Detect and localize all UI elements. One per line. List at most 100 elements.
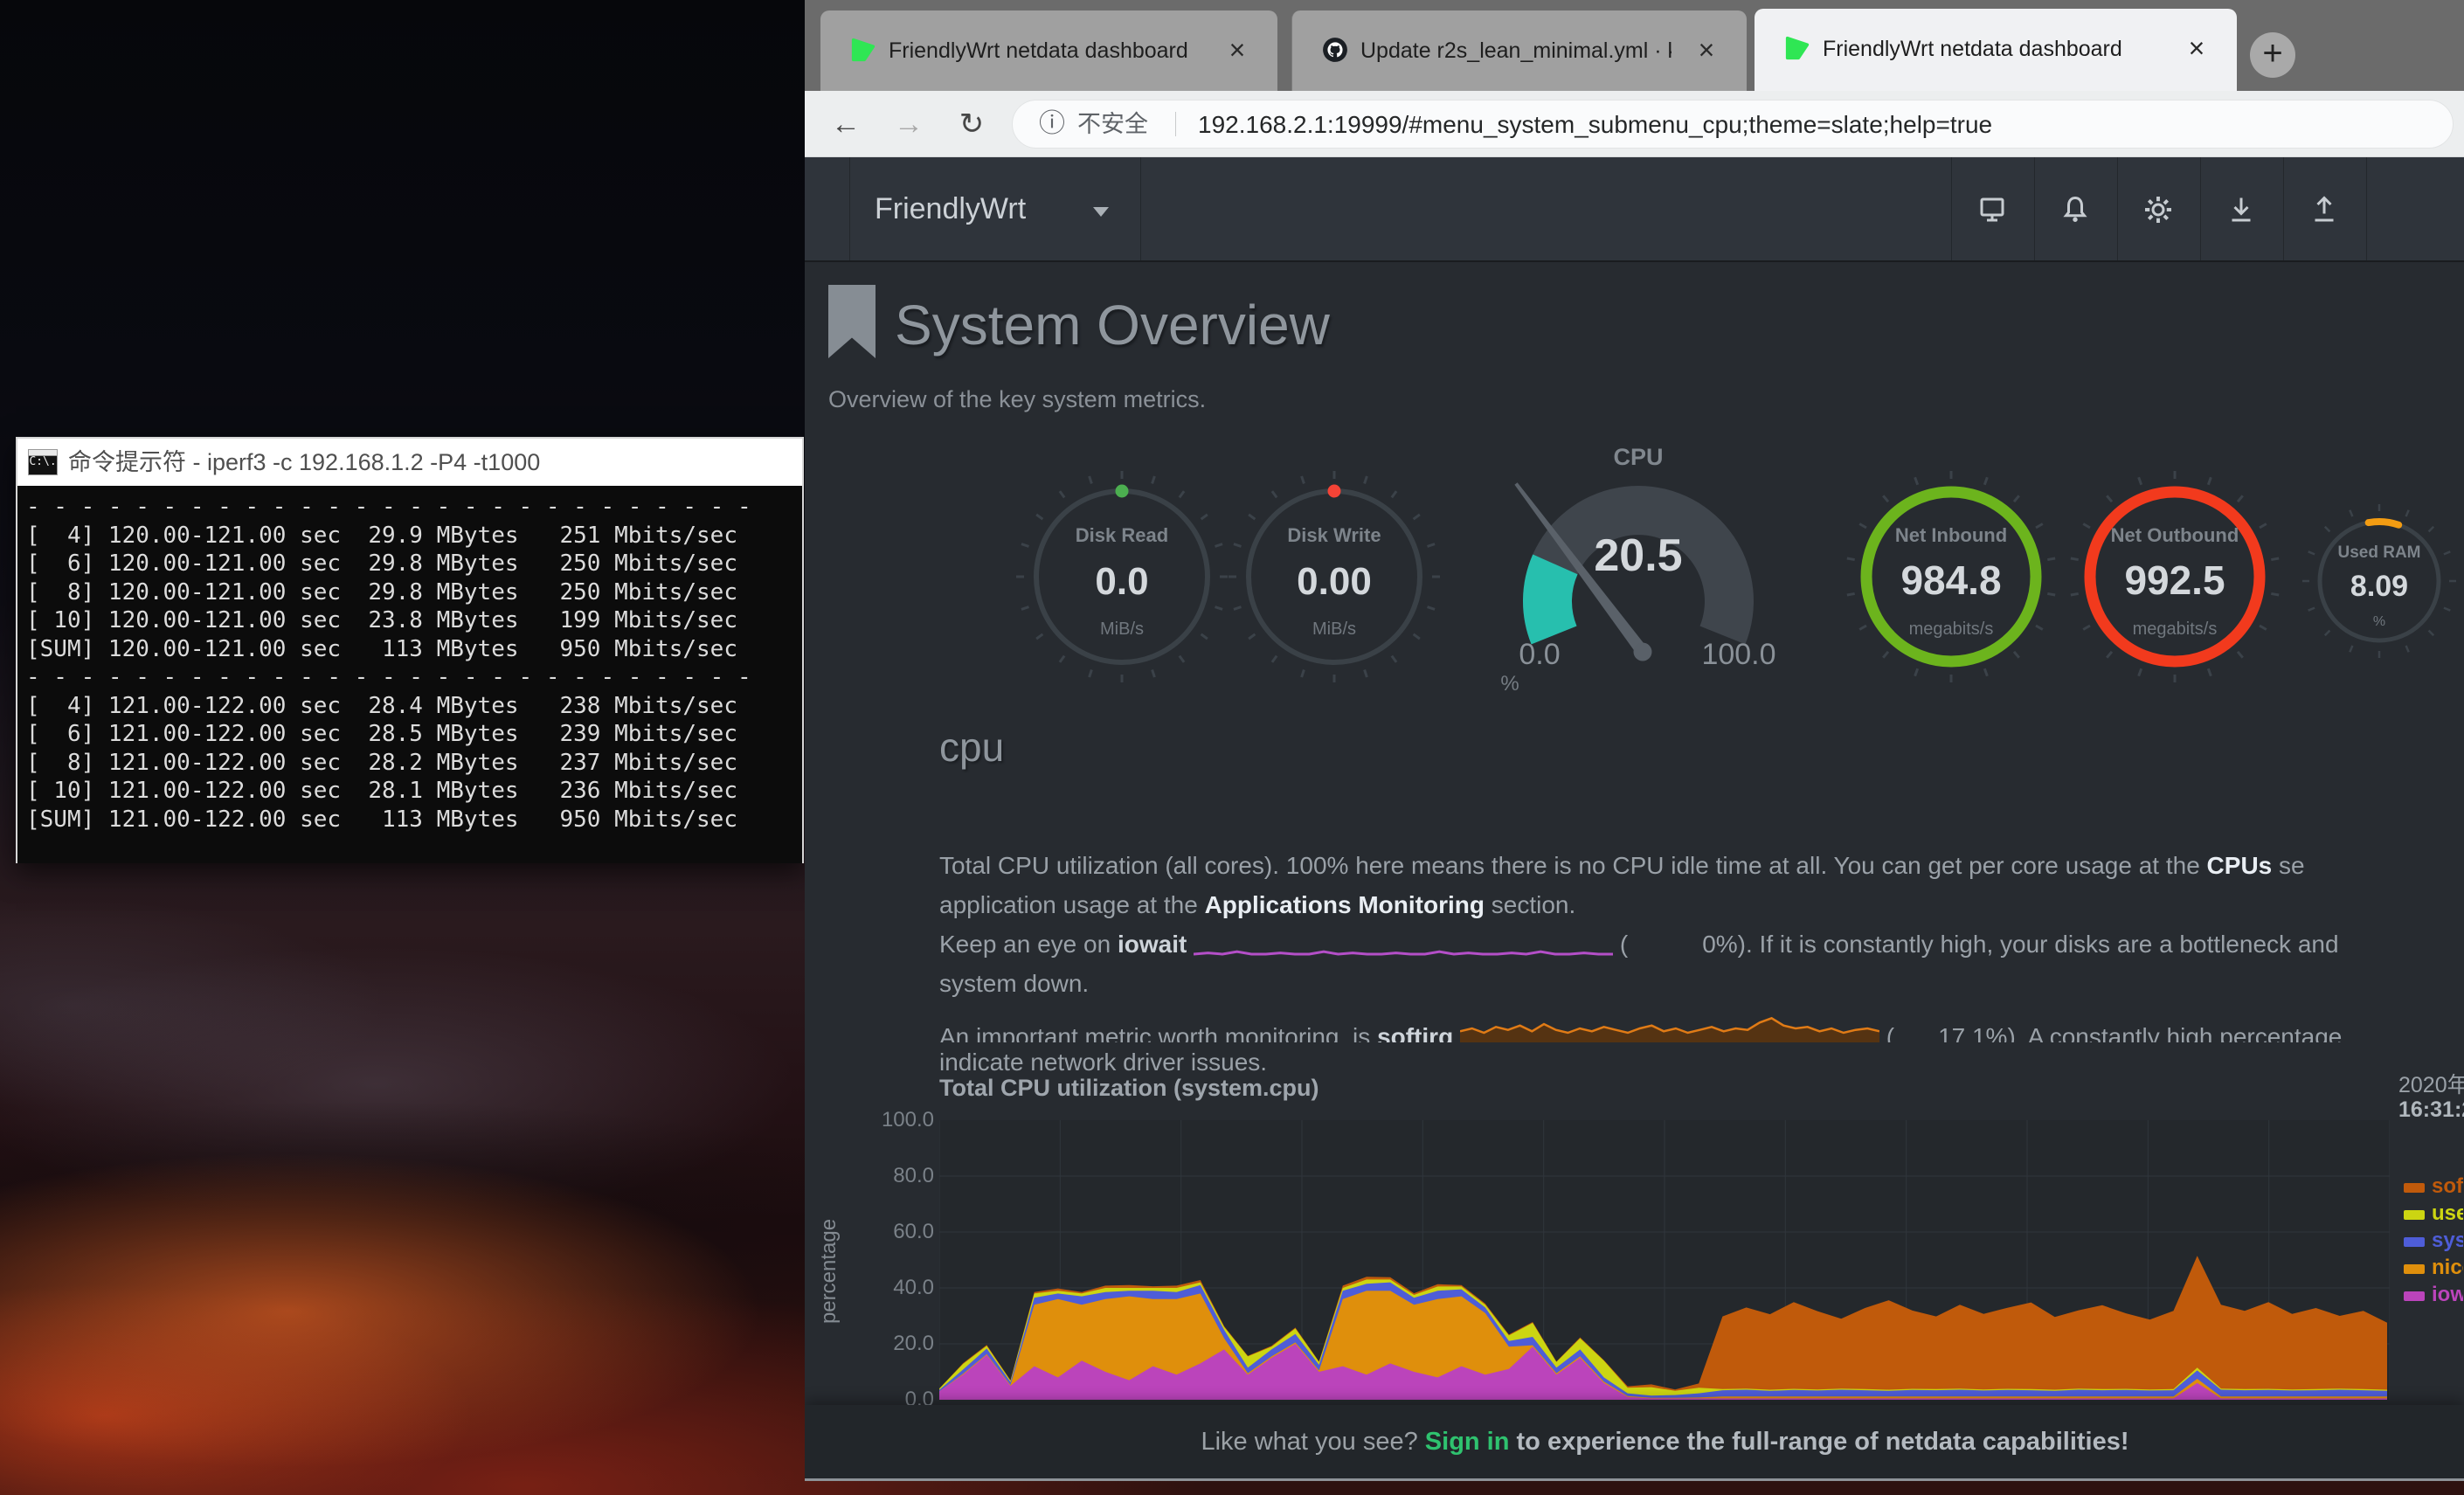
tab-netdata-2-active[interactable]: FriendlyWrt netdata dashboard × bbox=[1755, 9, 2237, 91]
tab-netdata-1[interactable]: FriendlyWrt netdata dashboard × bbox=[820, 10, 1277, 91]
netdata-page: FriendlyWrt bbox=[805, 157, 2464, 1478]
svg-text:megabits/s: megabits/s bbox=[2133, 619, 2218, 639]
gauge-disk-write[interactable]: Disk Write 0.00 MiB/s bbox=[1221, 463, 1448, 695]
gauge-cpu[interactable]: CPU 20.5 0.0 100.0 % bbox=[1477, 444, 1800, 702]
tab-title: FriendlyWrt netdata dashboard bbox=[889, 10, 1202, 91]
terminal-line: [ 8] 121.00-122.00 sec 28.2 MBytes 237 M… bbox=[26, 749, 802, 778]
github-favicon bbox=[1322, 37, 1348, 63]
tab-github[interactable]: Update r2s_lean_minimal.yml · k × bbox=[1291, 10, 1747, 91]
terminal-line: [SUM] 121.00-122.00 sec 113 MBytes 950 M… bbox=[26, 806, 802, 834]
terminal-title: 命令提示符 - iperf3 -c 192.168.1.2 -P4 -t1000 bbox=[68, 439, 540, 486]
iowait-sparkline[interactable] bbox=[1194, 938, 1613, 956]
upload-icon[interactable] bbox=[2308, 194, 2340, 225]
terminal-line: [ 10] 121.00-122.00 sec 28.1 MBytes 236 … bbox=[26, 777, 802, 806]
tab-title: FriendlyWrt netdata dashboard bbox=[1823, 9, 2162, 89]
applications-monitoring-link[interactable]: Applications Monitoring bbox=[1205, 891, 1485, 918]
legend-item-nice[interactable]: nice bbox=[2404, 1254, 2463, 1281]
svg-text:100.0: 100.0 bbox=[1701, 638, 1775, 671]
chart-legend: softirqusersystemniceiowait bbox=[2404, 1173, 2463, 1308]
tab-close-icon[interactable]: × bbox=[2179, 31, 2214, 66]
cpus-link[interactable]: CPUs bbox=[2207, 852, 2273, 879]
tab-strip: FriendlyWrt netdata dashboard × Update r… bbox=[805, 0, 2464, 91]
cpu-description: Total CPU utilization (all cores). 100% … bbox=[939, 846, 2464, 1082]
section-heading-cpu: cpu bbox=[939, 723, 1004, 771]
banner-text-bold: to experience the full-range of netdata … bbox=[1509, 1428, 2128, 1456]
browser-toolbar: ← → ↻ ⓘ 不安全 192.168.2.1:19999/#menu_syst… bbox=[805, 91, 2464, 157]
legend-item-iowait[interactable]: iowait bbox=[2404, 1281, 2463, 1308]
cpu-utilization-chart[interactable] bbox=[939, 1120, 2390, 1400]
netdata-favicon bbox=[850, 37, 876, 63]
gauge-net-outbound[interactable]: Net Outbound 992.5 megabits/s bbox=[2061, 463, 2288, 695]
terminal-window[interactable]: C:\. 命令提示符 - iperf3 -c 192.168.1.2 -P4 -… bbox=[16, 437, 804, 863]
chart-date: 2020年3 bbox=[2398, 1068, 2464, 1099]
softirq-sparkline[interactable] bbox=[1460, 1003, 1879, 1042]
tab-close-icon[interactable]: × bbox=[1220, 33, 1255, 68]
new-tab-button[interactable]: + bbox=[2250, 32, 2295, 78]
site-info-icon[interactable]: ⓘ bbox=[1039, 100, 1065, 148]
legend-swatch bbox=[2404, 1183, 2425, 1193]
y-axis-label: percentage bbox=[817, 1140, 841, 1402]
security-label[interactable]: 不安全 bbox=[1077, 100, 1148, 148]
gear-icon[interactable] bbox=[2142, 194, 2174, 225]
tab-title: Update r2s_lean_minimal.yml · k bbox=[1360, 10, 1672, 91]
svg-text:Disk Read: Disk Read bbox=[1076, 524, 1168, 546]
svg-text:984.8: 984.8 bbox=[1900, 557, 2001, 603]
url-divider bbox=[1175, 112, 1176, 136]
status-dot bbox=[1328, 485, 1341, 498]
gauge-cpu-title: CPU bbox=[1477, 444, 1800, 471]
legend-swatch bbox=[2404, 1291, 2425, 1301]
browser-window: FriendlyWrt netdata dashboard × Update r… bbox=[805, 0, 2464, 1481]
gauge-net-inbound[interactable]: Net Inbound 984.8 megabits/s bbox=[1838, 463, 2065, 695]
chart-time: 16:31:2 bbox=[2398, 1097, 2464, 1123]
terminal-titlebar[interactable]: C:\. 命令提示符 - iperf3 -c 192.168.1.2 -P4 -… bbox=[17, 439, 802, 486]
url-text[interactable]: 192.168.2.1:19999/#menu_system_submenu_c… bbox=[1198, 100, 1992, 148]
gauge-disk-read[interactable]: Disk Read 0.0 MiB/s bbox=[1008, 463, 1235, 695]
terminal-line: [ 6] 121.00-122.00 sec 28.5 MBytes 239 M… bbox=[26, 720, 802, 749]
svg-text:%: % bbox=[2373, 614, 2385, 629]
tab-close-icon[interactable]: × bbox=[1689, 33, 1724, 68]
y-tick: 20.0 bbox=[857, 1331, 934, 1357]
legend-item-softirq[interactable]: softirq bbox=[2404, 1173, 2463, 1200]
screen: C:\. 命令提示符 - iperf3 -c 192.168.1.2 -P4 -… bbox=[0, 0, 2464, 1495]
download-icon[interactable] bbox=[2225, 194, 2257, 225]
legend-item-user[interactable]: user bbox=[2404, 1200, 2463, 1227]
signin-banner: Like what you see? Sign in to experience… bbox=[805, 1405, 2464, 1478]
address-bar[interactable]: ⓘ 不安全 192.168.2.1:19999/#menu_system_sub… bbox=[1012, 100, 2454, 149]
svg-text:%: % bbox=[1500, 672, 1519, 696]
gauge-used-ram[interactable]: Used RAM 8.09 % bbox=[2296, 498, 2462, 668]
terminal-output[interactable]: - - - - - - - - - - - - - - - - - - - - … bbox=[17, 486, 802, 863]
legend-swatch bbox=[2404, 1237, 2425, 1247]
terminal-line: [ 8] 120.00-121.00 sec 29.8 MBytes 250 M… bbox=[26, 578, 802, 607]
terminal-line: [ 4] 121.00-122.00 sec 28.4 MBytes 238 M… bbox=[26, 692, 802, 721]
page-subtitle: Overview of the key system metrics. bbox=[828, 386, 1206, 413]
legend-swatch bbox=[2404, 1264, 2425, 1274]
netdata-favicon bbox=[1784, 35, 1810, 61]
back-button[interactable]: ← bbox=[827, 105, 865, 143]
terminal-line: [SUM] 120.00-121.00 sec 113 MBytes 950 M… bbox=[26, 635, 802, 664]
bookmark-icon bbox=[828, 285, 876, 358]
forward-button[interactable]: → bbox=[889, 105, 928, 143]
reload-button[interactable]: ↻ bbox=[952, 105, 991, 143]
svg-text:Net Outbound: Net Outbound bbox=[2111, 524, 2239, 546]
svg-text:MiB/s: MiB/s bbox=[1100, 619, 1144, 639]
cmd-icon: C:\. bbox=[28, 449, 58, 475]
monitor-icon[interactable] bbox=[1976, 194, 2008, 225]
legend-swatch bbox=[2404, 1210, 2425, 1220]
host-dropdown[interactable]: FriendlyWrt bbox=[875, 157, 1026, 260]
terminal-line: [ 4] 120.00-121.00 sec 29.9 MBytes 251 M… bbox=[26, 522, 802, 550]
bell-icon[interactable] bbox=[2059, 194, 2091, 225]
legend-item-system[interactable]: system bbox=[2404, 1227, 2463, 1254]
y-tick: 100.0 bbox=[857, 1107, 934, 1133]
status-dot bbox=[1116, 485, 1129, 498]
svg-text:0.0: 0.0 bbox=[1519, 638, 1560, 671]
sign-in-link[interactable]: Sign in bbox=[1425, 1428, 1510, 1456]
y-tick: 60.0 bbox=[857, 1219, 934, 1245]
banner-text: Like what you see? bbox=[1201, 1428, 1424, 1456]
chart-title: Total CPU utilization (system.cpu) bbox=[939, 1075, 1319, 1102]
svg-text:MiB/s: MiB/s bbox=[1312, 619, 1356, 639]
svg-text:Disk Write: Disk Write bbox=[1287, 524, 1381, 546]
netdata-header: FriendlyWrt bbox=[805, 157, 2464, 262]
svg-text:20.5: 20.5 bbox=[1594, 530, 1682, 581]
svg-text:992.5: 992.5 bbox=[2124, 557, 2225, 603]
svg-text:megabits/s: megabits/s bbox=[1909, 619, 1994, 639]
